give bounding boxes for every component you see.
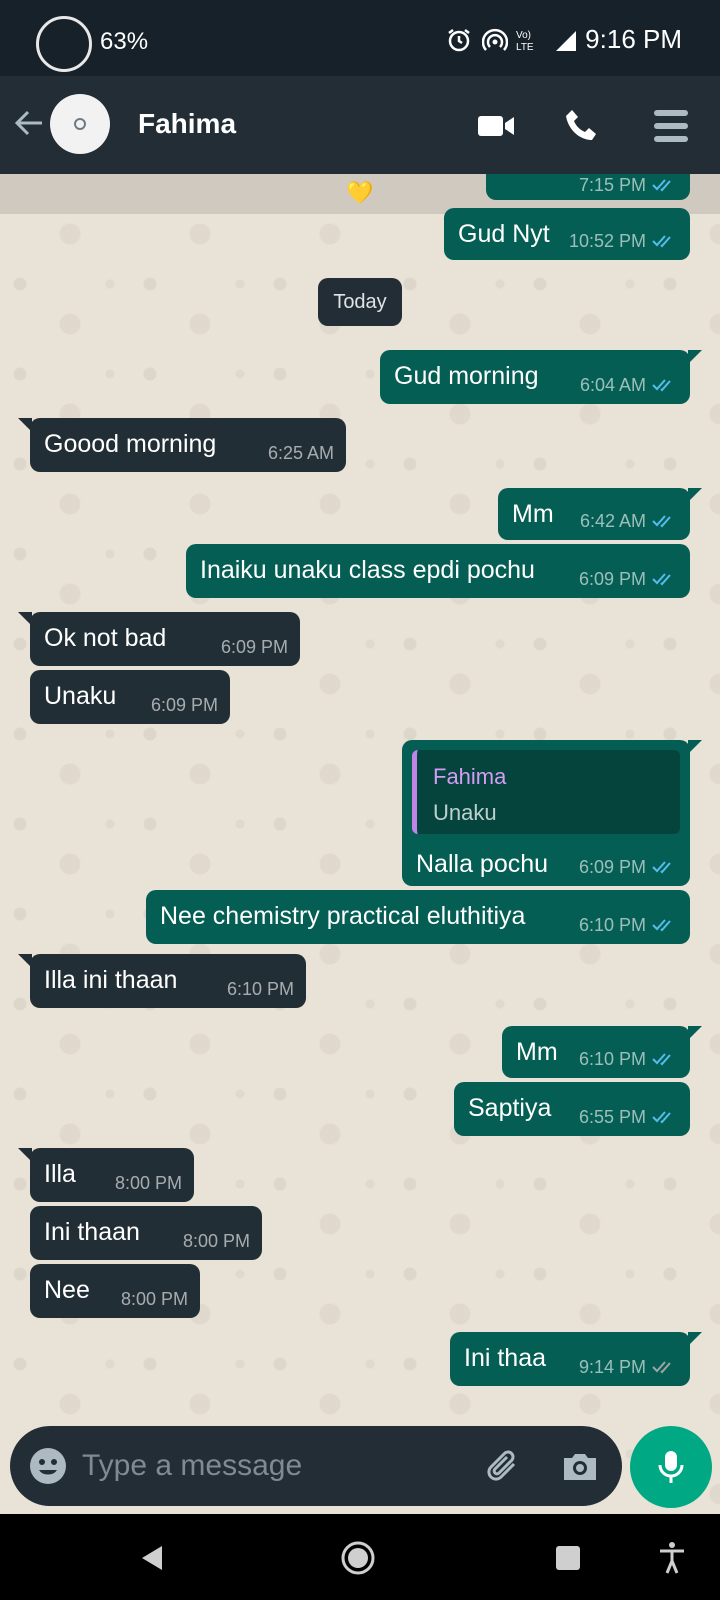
heart-emoji-icon: 💛 [346, 180, 374, 205]
read-ticks-icon [652, 861, 671, 874]
contact-name[interactable]: Fahima [138, 108, 236, 140]
read-ticks-icon [652, 179, 671, 192]
read-ticks-icon [652, 1053, 671, 1066]
system-nav-bar [0, 1514, 720, 1600]
battery-percentage: 63% [100, 28, 149, 55]
accessibility-icon[interactable] [654, 1540, 690, 1576]
chat-header: Fahima [0, 76, 720, 174]
volte-icon: Vo)LTE [516, 30, 534, 53]
date-divider: Today [318, 278, 402, 326]
message-time: 6:25 AM [267, 443, 334, 463]
message-bubble-incoming[interactable]: Nee 8:00 PM [30, 1264, 200, 1318]
clock: 9:16 PM [585, 24, 682, 54]
read-ticks-icon [652, 235, 671, 248]
message-text: Nalla pochu [416, 850, 549, 878]
message-bubble-incoming[interactable]: Unaku 6:09 PM [30, 670, 230, 724]
alarm-icon [448, 29, 470, 52]
mic-icon [658, 1451, 684, 1483]
menu-icon[interactable] [652, 106, 692, 146]
message-time: 6:09 PM [220, 637, 288, 657]
message-time: 6:10 PM [578, 1049, 646, 1069]
message-text: Ini thaan [44, 1218, 140, 1246]
quoted-message[interactable]: Fahima Unaku [412, 750, 680, 834]
quoted-sender: Fahima [433, 764, 507, 789]
quoted-text: Unaku [433, 800, 497, 825]
message-time: 6:09 PM [578, 857, 646, 877]
message-time: 6:10 PM [578, 915, 646, 935]
message-bubble-outgoing[interactable]: Inaiku unaku class epdi pochu 6:09 PM [186, 544, 690, 598]
message-bubble-outgoing[interactable]: Nee chemistry practical eluthitiya 6:10 … [146, 890, 690, 944]
message-time: 9:14 PM [578, 1357, 646, 1377]
avatar-logo-icon [74, 118, 86, 130]
message-time: 8:00 PM [114, 1173, 182, 1193]
message-text: Unaku [44, 682, 117, 710]
message-text: Nee chemistry practical eluthitiya [160, 902, 526, 930]
message-bubble-outgoing[interactable]: Mm 6:42 AM [498, 488, 702, 540]
message-input[interactable] [82, 1442, 462, 1490]
message-time: 6:04 AM [579, 375, 646, 395]
nav-recents-icon[interactable] [550, 1540, 586, 1576]
svg-text:LTE: LTE [516, 42, 534, 53]
message-bubble-partial[interactable]: 7:15 PM [486, 174, 690, 200]
avatar[interactable] [50, 94, 110, 154]
read-ticks-icon [652, 515, 671, 528]
message-time: 6:09 PM [150, 695, 218, 715]
message-bubble-incoming[interactable]: Ini thaan 8:00 PM [30, 1206, 262, 1260]
back-arrow-icon[interactable] [12, 106, 46, 140]
message-bubble-outgoing[interactable]: Mm 6:10 PM [502, 1026, 702, 1078]
message-time: 8:00 PM [182, 1231, 250, 1251]
message-time: 7:15 PM [578, 175, 646, 195]
message-text: Illa ini thaan [44, 966, 178, 994]
message-bubble-reply[interactable]: Fahima Unaku Nalla pochu 6:09 PM [402, 740, 702, 886]
battery-ring-icon [36, 16, 92, 72]
read-ticks-icon [652, 1111, 671, 1124]
delivered-ticks-icon [652, 1361, 671, 1374]
message-text: Ok not bad [44, 624, 167, 652]
message-text: Saptiya [468, 1094, 552, 1122]
nav-back-icon[interactable] [134, 1540, 170, 1576]
message-text: Mm [512, 500, 554, 528]
video-call-icon[interactable] [476, 106, 516, 146]
read-ticks-icon [652, 919, 671, 932]
message-time: 8:00 PM [120, 1289, 188, 1309]
message-bubble-outgoing[interactable]: Saptiya 6:55 PM [454, 1082, 690, 1136]
message-text: Inaiku unaku class epdi pochu [200, 556, 535, 584]
message-text: Mm [516, 1038, 558, 1066]
message-time: 10:52 PM [568, 231, 646, 251]
message-text: Goood morning [44, 430, 217, 458]
message-bubble-outgoing[interactable]: Gud Nyt 10:52 PM [444, 208, 690, 260]
hotspot-icon [482, 28, 508, 51]
message-text: Illa [44, 1160, 76, 1188]
message-bubble-incoming[interactable]: Ok not bad 6:09 PM [18, 612, 300, 666]
message-text: Gud morning [394, 362, 539, 390]
camera-icon[interactable] [560, 1446, 600, 1486]
svg-text:Vo): Vo) [516, 30, 531, 41]
lte-signal-icon [556, 31, 576, 51]
message-bubble-incoming[interactable]: Goood morning 6:25 AM [18, 418, 346, 472]
message-time: 6:55 PM [578, 1107, 646, 1127]
message-bubble-outgoing[interactable]: Ini thaa 9:14 PM [450, 1332, 702, 1386]
chat-area[interactable]: 7:15 PM 💛 Gud Nyt 10:52 PM Today Gud mor… [0, 174, 720, 1514]
message-text: Gud Nyt [458, 220, 550, 248]
message-bubble-incoming[interactable]: Illa 8:00 PM [18, 1148, 194, 1202]
message-time: 6:10 PM [226, 979, 294, 999]
message-composer [10, 1426, 622, 1506]
message-bubble-outgoing[interactable]: Gud morning 6:04 AM [380, 350, 702, 404]
message-text: Ini thaa [464, 1344, 547, 1372]
message-bubble-incoming[interactable]: Illa ini thaan 6:10 PM [18, 954, 306, 1008]
message-time: 6:42 AM [579, 511, 646, 531]
emoji-icon[interactable] [28, 1446, 68, 1486]
read-ticks-icon [652, 573, 671, 586]
phone-icon[interactable] [562, 106, 602, 146]
message-text: Nee [44, 1276, 90, 1304]
attach-icon[interactable] [484, 1446, 524, 1486]
read-ticks-icon [652, 379, 671, 392]
mic-button[interactable] [630, 1426, 712, 1508]
nav-home-icon[interactable] [340, 1540, 376, 1576]
message-time: 6:09 PM [578, 569, 646, 589]
status-bar: 63% Vo) LTE 9:16 PM [0, 0, 720, 76]
